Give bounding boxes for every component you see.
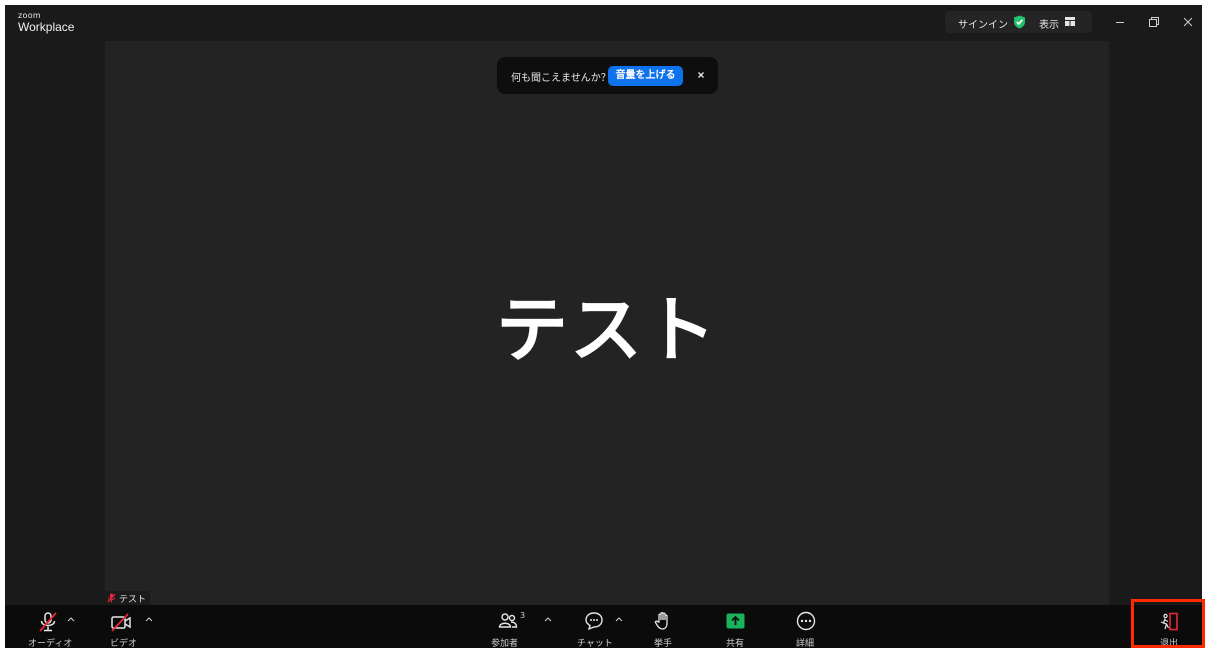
logo-zoom-text: zoom	[18, 11, 41, 20]
more-options-button[interactable]: 詳細	[792, 605, 822, 648]
share-screen-button[interactable]: 共有	[722, 605, 752, 648]
video-label: ビデオ	[110, 639, 138, 648]
raise-hand-label: 挙手	[654, 639, 673, 648]
share-label: 共有	[726, 639, 745, 648]
chat-label: チャット	[577, 639, 613, 648]
chat-options-chevron-icon[interactable]	[615, 616, 623, 622]
raise-hand-icon	[654, 611, 668, 630]
view-button[interactable]: 表示	[1039, 16, 1059, 31]
video-off-icon	[111, 613, 131, 632]
participant-name-tag: テスト	[105, 591, 151, 605]
title-bar: zoom Workplace サインイン 表示	[5, 5, 1202, 41]
chat-bubble-icon	[585, 612, 603, 631]
chat-button[interactable]: チャット	[575, 605, 615, 648]
participants-options-chevron-icon[interactable]	[544, 616, 552, 622]
audio-button[interactable]: オーディオ	[25, 605, 75, 648]
close-icon[interactable]	[1180, 14, 1196, 30]
audio-hint-toast: 何も聞こえませんか？ 音量を上げる	[497, 57, 718, 94]
muted-microphone-icon	[39, 612, 57, 632]
participant-display-name: テスト	[495, 288, 718, 372]
audio-options-chevron-icon[interactable]	[67, 616, 75, 622]
raise-volume-button[interactable]: 音量を上げる	[608, 66, 683, 86]
zoom-meeting-window: zoom Workplace サインイン 表示 テスト テスト 何も聞こえません…	[5, 5, 1202, 648]
share-screen-icon	[726, 613, 745, 629]
participants-count: 3	[520, 611, 526, 620]
participant-name-tag-label: テスト	[119, 594, 147, 605]
participants-label: 参加者	[491, 639, 519, 648]
meeting-toolbar: オーディオ ビデオ 3 参加者 チャット 挙手 共有 詳細 退出	[5, 605, 1202, 648]
minimize-icon[interactable]	[1112, 14, 1128, 30]
participants-button[interactable]: 3 参加者	[489, 605, 529, 648]
toast-close-icon[interactable]	[695, 69, 707, 81]
shield-check-icon[interactable]	[1013, 15, 1026, 29]
signin-button[interactable]: サインイン	[958, 16, 1008, 31]
muted-mic-icon	[107, 593, 116, 603]
video-stage: テスト テスト	[105, 41, 1109, 605]
participants-icon	[498, 613, 518, 628]
more-dots-icon	[796, 611, 816, 631]
zoom-workplace-logo: zoom Workplace	[18, 11, 75, 34]
raise-hand-button[interactable]: 挙手	[648, 605, 678, 648]
restore-icon[interactable]	[1146, 14, 1162, 30]
signin-view-group: サインイン 表示	[945, 11, 1092, 33]
leave-button-highlight-box	[1131, 599, 1205, 648]
video-options-chevron-icon[interactable]	[145, 616, 153, 622]
view-grid-icon[interactable]	[1065, 17, 1075, 26]
audio-label: オーディオ	[28, 639, 73, 648]
video-button[interactable]: ビデオ	[103, 605, 143, 648]
logo-workplace-text: Workplace	[18, 20, 75, 34]
toast-message: 何も聞こえませんか？	[511, 73, 611, 84]
more-label: 詳細	[796, 639, 815, 648]
